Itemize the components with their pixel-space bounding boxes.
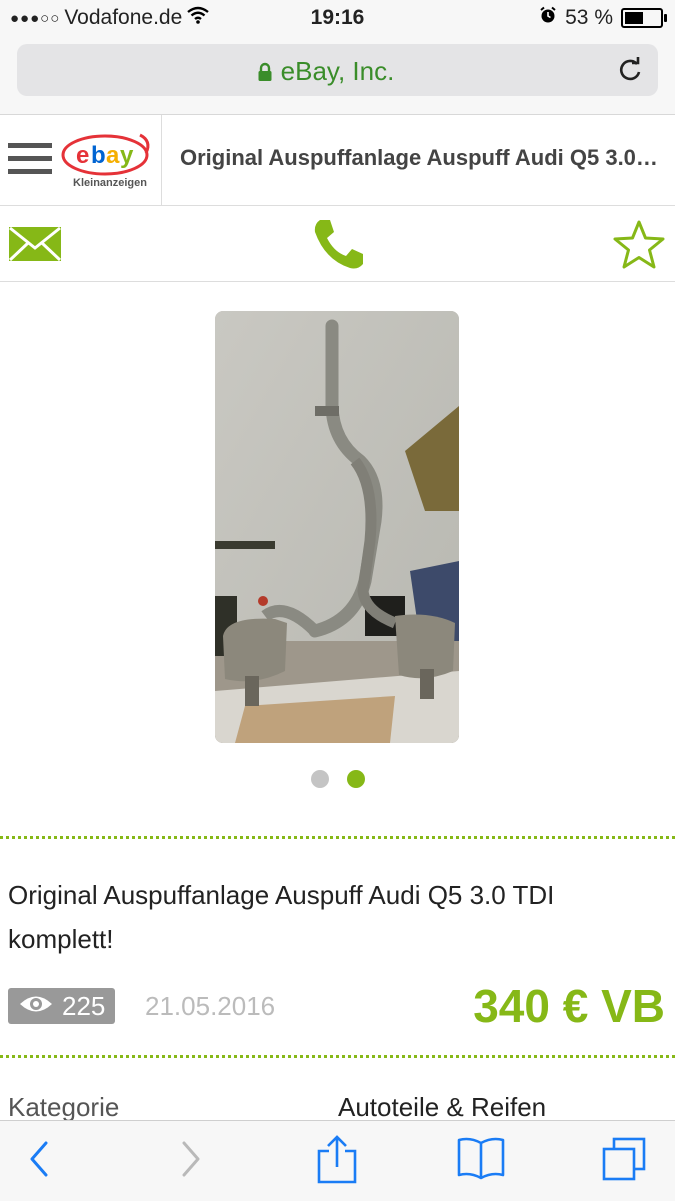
svg-text:b: b — [91, 142, 106, 169]
contact-actions — [0, 206, 675, 282]
star-icon[interactable] — [612, 219, 666, 276]
status-bar: ●●●○○ Vodafone.de 19:16 53 % — [0, 0, 675, 36]
svg-text:y: y — [120, 142, 134, 169]
gallery-dot-2[interactable] — [346, 770, 365, 788]
views-count: 225 — [62, 990, 106, 1021]
phone-icon[interactable] — [310, 216, 366, 277]
ad-meta: 225 21.05.2016 340 € VB — [0, 980, 675, 1035]
svg-text:a: a — [106, 142, 120, 169]
menu-icon[interactable] — [8, 143, 52, 175]
ad-date: 21.05.2016 — [145, 991, 276, 1021]
bookmarks-icon[interactable] — [456, 1135, 506, 1186]
ad-title: Original Auspuffanlage Auspuff Audi Q5 3… — [8, 880, 555, 954]
share-icon[interactable] — [316, 1135, 358, 1190]
gallery-pagination — [0, 770, 675, 788]
browser-chrome: eBay, Inc. — [0, 36, 675, 115]
svg-text:e: e — [76, 142, 89, 169]
address-bar[interactable]: eBay, Inc. — [17, 44, 658, 96]
gallery-dot-1[interactable] — [310, 770, 329, 788]
separator — [0, 836, 675, 839]
views-badge: 225 — [8, 988, 116, 1024]
forward-icon[interactable] — [176, 1135, 206, 1188]
detail-label: Kategorie — [8, 1092, 120, 1122]
logo-subtitle: Kleinanzeigen — [73, 177, 147, 189]
site-identity: eBay, Inc. — [280, 56, 395, 86]
ad-price: 340 € VB — [473, 980, 665, 1032]
reload-icon[interactable] — [616, 56, 644, 89]
ebay-logo-mark: e b a y — [61, 133, 150, 176]
battery-level — [625, 12, 643, 24]
exhaust-photo-illustration — [215, 311, 459, 743]
ebay-logo[interactable]: e b a y Kleinanzeigen — [60, 125, 160, 195]
mail-icon[interactable] — [8, 226, 62, 267]
site-header: e b a y Kleinanzeigen Original Auspuffan… — [0, 115, 675, 206]
battery-icon — [621, 8, 667, 28]
listing-photo[interactable] — [215, 311, 459, 743]
page-title: Original Auspuffanlage Auspuff Audi Q5 3… — [180, 145, 660, 170]
tabs-icon[interactable] — [600, 1135, 648, 1188]
back-icon[interactable] — [24, 1135, 54, 1188]
eye-icon — [18, 991, 54, 1022]
separator — [0, 1055, 675, 1058]
alarm-icon — [539, 6, 557, 30]
detail-value[interactable]: Autoteile & Reifen — [338, 1092, 546, 1123]
battery-percent: 53 % — [565, 6, 613, 29]
browser-toolbar — [0, 1120, 675, 1201]
header-divider — [161, 115, 162, 205]
status-right: 53 % — [539, 6, 667, 30]
